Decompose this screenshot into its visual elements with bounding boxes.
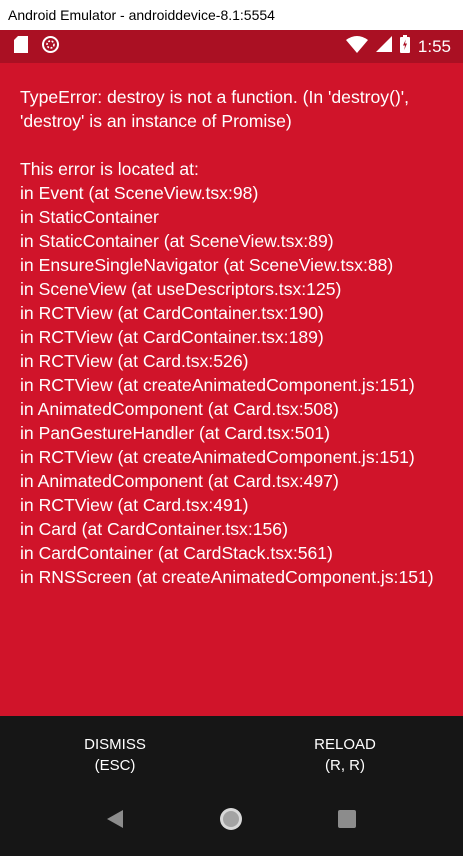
stack-frame: in RCTView (at createAnimatedComponent.j… xyxy=(20,447,415,467)
emulator-window-title: Android Emulator - androiddevice-8.1:555… xyxy=(0,0,463,30)
device-screen: 1:55 TypeError: destroy is not a functio… xyxy=(0,30,463,856)
reload-shortcut: (R, R) xyxy=(325,757,365,774)
stack-frame: in RCTView (at CardContainer.tsx:190) xyxy=(20,303,324,323)
back-icon xyxy=(107,809,123,833)
error-location-header: This error is located at: xyxy=(20,159,199,179)
stack-frame: in SceneView (at useDescriptors.tsx:125) xyxy=(20,279,342,299)
wifi-icon xyxy=(345,35,368,58)
android-navigation-bar xyxy=(0,801,463,841)
stack-frame: in RCTView (at createAnimatedComponent.j… xyxy=(20,375,415,395)
error-message: TypeError: destroy is not a function. (I… xyxy=(20,87,410,131)
status-clock: 1:55 xyxy=(417,36,451,56)
dismiss-shortcut: (ESC) xyxy=(94,757,136,774)
battery-icon xyxy=(399,35,410,58)
stack-frame: in AnimatedComponent (at Card.tsx:497) xyxy=(20,471,339,491)
redbox-error-content[interactable]: TypeError: destroy is not a function. (I… xyxy=(0,63,463,716)
redbox-action-bar: DISMISS (ESC) RELOAD (R, R) xyxy=(0,716,463,856)
stack-frame: in Event (at SceneView.tsx:98) xyxy=(20,183,259,203)
home-icon xyxy=(219,807,243,836)
stack-frame: in RNSScreen (at createAnimatedComponent… xyxy=(20,567,434,587)
home-button[interactable] xyxy=(211,801,251,841)
reload-label: RELOAD xyxy=(314,736,376,753)
recents-icon xyxy=(338,809,356,833)
stack-frame: in CardContainer (at CardStack.tsx:561) xyxy=(20,543,333,563)
stack-frame: in Card (at CardContainer.tsx:156) xyxy=(20,519,288,539)
status-bar: 1:55 xyxy=(0,30,463,63)
sd-card-icon xyxy=(14,36,28,58)
dismiss-label: DISMISS xyxy=(84,736,146,753)
cellular-signal-icon xyxy=(375,36,392,57)
app-notification-icon xyxy=(42,36,59,58)
stack-frame: in StaticContainer xyxy=(20,207,159,227)
stack-frame: in EnsureSingleNavigator (at SceneView.t… xyxy=(20,255,394,275)
stack-frame: in RCTView (at Card.tsx:491) xyxy=(20,495,249,515)
stack-frame: in PanGestureHandler (at Card.tsx:501) xyxy=(20,423,330,443)
reload-button[interactable]: RELOAD (R, R) xyxy=(245,734,445,776)
stack-frame: in RCTView (at Card.tsx:526) xyxy=(20,351,249,371)
stack-frame: in StaticContainer (at SceneView.tsx:89) xyxy=(20,231,334,251)
back-button[interactable] xyxy=(95,801,135,841)
dismiss-button[interactable]: DISMISS (ESC) xyxy=(15,734,215,776)
stack-frame: in RCTView (at CardContainer.tsx:189) xyxy=(20,327,324,347)
component-stack: in Event (at SceneView.tsx:98) in Static… xyxy=(20,181,441,589)
recents-button[interactable] xyxy=(327,801,367,841)
stack-frame: in AnimatedComponent (at Card.tsx:508) xyxy=(20,399,339,419)
